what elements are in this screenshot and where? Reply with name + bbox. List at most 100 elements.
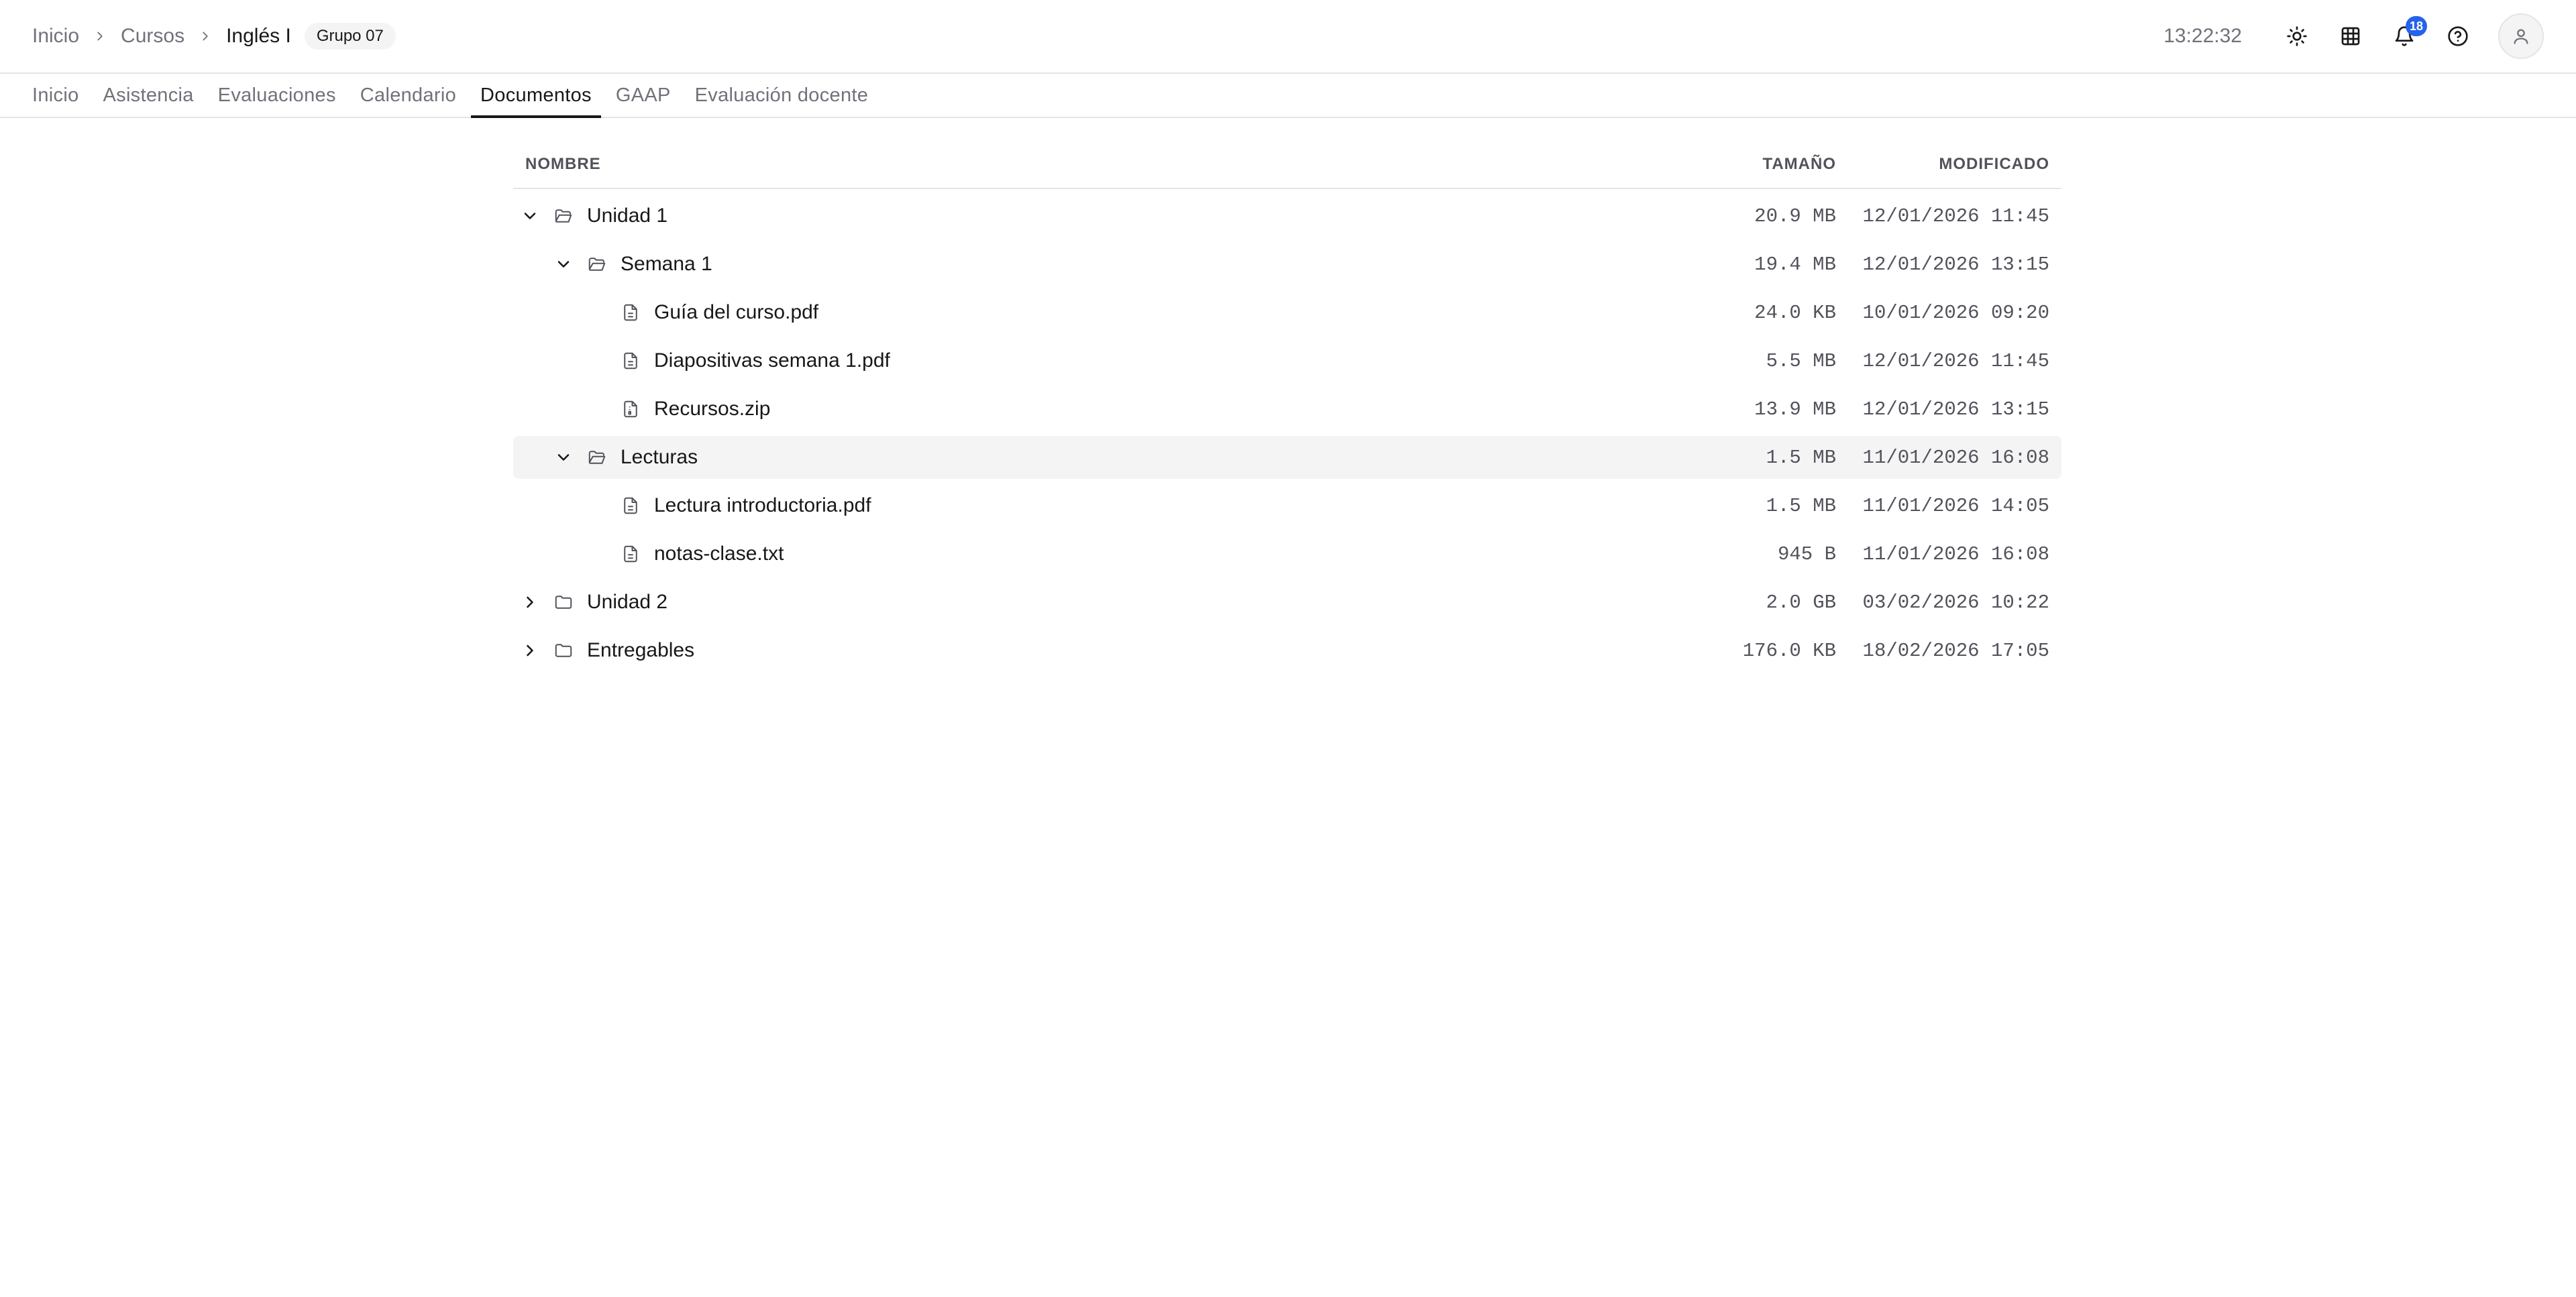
column-header-size[interactable]: TAMAÑO — [1675, 155, 1836, 174]
breadcrumb-inicio[interactable]: Inicio — [32, 25, 79, 48]
row-size: 176.0 KB — [1742, 639, 1836, 662]
row-size: 2.0 GB — [1766, 591, 1836, 614]
top-header: Inicio Cursos Inglés I Grupo 07 13:22:32… — [0, 0, 2576, 74]
row-modified: 12/01/2026 13:15 — [1862, 398, 2049, 420]
folder-open-icon — [547, 199, 580, 233]
tab-asistencia[interactable]: Asistencia — [94, 74, 203, 117]
column-header-name[interactable]: NOMBRE — [513, 155, 1675, 174]
apps-grid-button[interactable] — [2324, 9, 2377, 63]
table-body: Unidad 1 20.9 MB 12/01/2026 11:45 Semana 1 1… — [513, 194, 2061, 672]
documents-table: NOMBRE TAMAÑO MODIFICADO Unidad 1 20.9 MB… — [513, 141, 2061, 672]
row-name: Unidad 2 — [587, 591, 668, 613]
row-name-cell: Lecturas — [513, 441, 1675, 474]
table-row[interactable]: Lecturas 1.5 MB 11/01/2026 16:08 — [513, 436, 2061, 479]
row-size: 945 B — [1777, 543, 1836, 565]
row-name-cell: Lectura introductoria.pdf — [513, 489, 1675, 522]
table-row[interactable]: Diapositivas semana 1.pdf 5.5 MB 12/01/202… — [513, 339, 2061, 382]
row-size: 5.5 MB — [1766, 349, 1836, 372]
group-badge: Grupo 07 — [304, 23, 396, 50]
file-icon — [614, 489, 647, 522]
table-row[interactable]: Entregables 176.0 KB 18/02/2026 17:05 — [513, 629, 2061, 672]
row-size: 1.5 MB — [1766, 446, 1836, 469]
tab-gaap[interactable]: GAAP — [606, 74, 680, 117]
table-row[interactable]: Guía del curso.pdf 24.0 KB 10/01/2026 09:2… — [513, 291, 2061, 334]
row-name: Lectura introductoria.pdf — [654, 494, 871, 516]
table-row[interactable]: Lectura introductoria.pdf 1.5 MB 11/01/202… — [513, 484, 2061, 527]
chevron-right-icon[interactable] — [513, 634, 547, 667]
row-size: 24.0 KB — [1754, 301, 1836, 324]
row-modified: 12/01/2026 11:45 — [1862, 205, 2049, 227]
row-name-cell: Diapositivas semana 1.pdf — [513, 344, 1675, 378]
row-name: Guía del curso.pdf — [654, 301, 819, 323]
help-button[interactable] — [2431, 9, 2485, 63]
theme-toggle-button[interactable] — [2270, 9, 2324, 63]
notifications-button[interactable]: 18 — [2377, 9, 2431, 63]
user-icon — [2514, 29, 2528, 44]
row-modified: 11/01/2026 14:05 — [1862, 494, 2049, 517]
clock: 13:22:32 — [2163, 25, 2242, 47]
course-tabs: Inicio Asistencia Evaluaciones Calendari… — [0, 74, 2576, 118]
row-name: Recursos.zip — [654, 398, 771, 420]
tab-evaluacion-docente[interactable]: Evaluación docente — [686, 74, 878, 117]
row-name-cell: Unidad 2 — [513, 585, 1675, 619]
row-name: Unidad 1 — [587, 205, 668, 227]
row-name-cell: notas-clase.txt — [513, 537, 1675, 571]
table-row[interactable]: notas-clase.txt 945 B 11/01/2026 16:08 — [513, 532, 2061, 575]
chevron-down-icon[interactable] — [513, 199, 547, 233]
row-name-cell: Recursos.zip — [513, 392, 1675, 426]
tab-inicio[interactable]: Inicio — [23, 74, 89, 117]
folder-icon — [547, 634, 580, 667]
sun-icon — [2287, 26, 2307, 46]
chevron-down-icon[interactable] — [547, 441, 580, 474]
table-row[interactable]: Semana 1 19.4 MB 12/01/2026 13:15 — [513, 243, 2061, 286]
chevron-right-icon — [203, 32, 208, 41]
breadcrumb-current-course: Inglés I — [226, 25, 291, 47]
row-size: 13.9 MB — [1754, 398, 1836, 420]
chevron-right-icon — [97, 32, 103, 41]
row-name-cell: Entregables — [513, 634, 1675, 667]
row-name: Lecturas — [621, 446, 698, 468]
file-icon — [614, 344, 647, 378]
file-archive-icon — [614, 392, 647, 426]
column-header-modified[interactable]: MODIFICADO — [1836, 155, 2061, 174]
avatar[interactable] — [2498, 13, 2544, 59]
row-modified: 11/01/2026 16:08 — [1862, 543, 2049, 565]
row-name: Diapositivas semana 1.pdf — [654, 349, 890, 372]
folder-open-icon — [580, 247, 614, 281]
table-row[interactable]: Unidad 1 20.9 MB 12/01/2026 11:45 — [513, 194, 2061, 237]
tab-calendario[interactable]: Calendario — [351, 74, 466, 117]
row-name-cell: Semana 1 — [513, 247, 1675, 281]
row-name: notas-clase.txt — [654, 543, 784, 565]
row-modified: 12/01/2026 13:15 — [1862, 253, 2049, 276]
tab-evaluaciones[interactable]: Evaluaciones — [209, 74, 345, 117]
row-name: Semana 1 — [621, 253, 712, 275]
grid-icon — [2341, 27, 2360, 46]
file-icon — [614, 296, 647, 329]
row-size: 19.4 MB — [1754, 253, 1836, 276]
row-size: 20.9 MB — [1754, 205, 1836, 227]
chevron-right-icon[interactable] — [513, 585, 547, 619]
header-actions: 13:22:32 18 — [2163, 9, 2544, 63]
table-row[interactable]: Recursos.zip 13.9 MB 12/01/2026 13:15 — [513, 388, 2061, 431]
tab-documentos[interactable]: Documentos — [471, 74, 601, 118]
breadcrumb-cursos[interactable]: Cursos — [121, 25, 184, 48]
table-row[interactable]: Unidad 2 2.0 GB 03/02/2026 10:22 — [513, 581, 2061, 624]
folder-open-icon — [580, 441, 614, 474]
breadcrumb: Inicio Cursos Inglés I Grupo 07 — [32, 23, 396, 50]
row-modified: 11/01/2026 16:08 — [1862, 446, 2049, 469]
file-icon — [614, 537, 647, 571]
row-modified: 18/02/2026 17:05 — [1862, 639, 2049, 662]
notification-count-badge: 18 — [2406, 16, 2427, 36]
chevron-down-icon[interactable] — [547, 247, 580, 281]
row-name-cell: Unidad 1 — [513, 199, 1675, 233]
table-header: NOMBRE TAMAÑO MODIFICADO — [513, 141, 2061, 189]
row-size: 1.5 MB — [1766, 494, 1836, 517]
row-modified: 03/02/2026 10:22 — [1862, 591, 2049, 614]
folder-icon — [547, 585, 580, 619]
row-modified: 10/01/2026 09:20 — [1862, 301, 2049, 324]
